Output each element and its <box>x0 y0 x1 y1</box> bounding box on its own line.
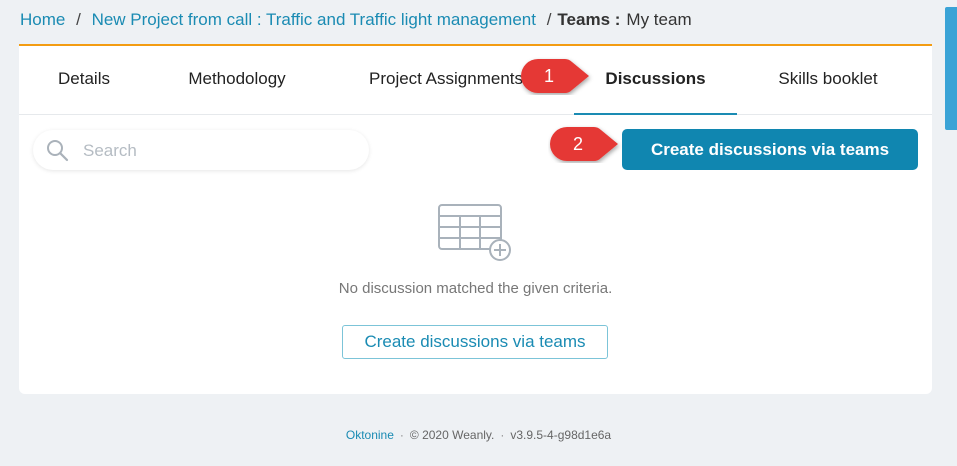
tab-details[interactable]: Details <box>56 46 112 114</box>
tab-project-assignments[interactable]: Project Assignments <box>362 46 530 114</box>
footer: Oktonine · © 2020 Weanly. · v3.9.5-4-g98d1e6… <box>0 428 957 442</box>
search-input[interactable] <box>81 136 355 166</box>
table-add-icon <box>438 204 511 261</box>
breadcrumb: Home / New Project from call : Traffic a… <box>20 9 692 31</box>
footer-brand-link[interactable]: Oktonine <box>346 428 394 442</box>
breadcrumb-project[interactable]: New Project from call : Traffic and Traf… <box>92 10 536 29</box>
breadcrumb-current: My team <box>626 10 692 29</box>
search-box <box>33 130 369 170</box>
search-icon <box>47 140 69 162</box>
breadcrumb-separator: / <box>546 10 552 29</box>
callout-number: 2 <box>572 134 583 154</box>
empty-state-message: No discussion matched the given criteria… <box>338 280 613 297</box>
breadcrumb-home[interactable]: Home <box>20 10 65 29</box>
side-panel-toggle[interactable] <box>945 7 957 130</box>
callout-number: 1 <box>543 66 554 86</box>
breadcrumb-separator: / <box>76 10 81 29</box>
footer-version: v3.9.5-4-g98d1e6a <box>510 428 612 442</box>
tab-bar: Details Methodology Project Assignments … <box>19 46 932 115</box>
main-card: Details Methodology Project Assignments … <box>19 44 932 394</box>
tab-methodology[interactable]: Methodology <box>183 46 291 114</box>
footer-separator: · <box>500 428 505 442</box>
footer-copyright: © 2020 Weanly. <box>409 428 495 442</box>
breadcrumb-section: Teams : <box>557 10 621 29</box>
create-discussions-button[interactable]: Create discussions via teams <box>622 129 918 170</box>
footer-separator: · <box>399 428 404 442</box>
empty-create-discussions-button[interactable]: Create discussions via teams <box>342 325 608 359</box>
callout-marker-1: 1 <box>519 57 603 95</box>
tab-skills-booklet[interactable]: Skills booklet <box>773 46 883 114</box>
callout-marker-2: 2 <box>548 125 632 163</box>
